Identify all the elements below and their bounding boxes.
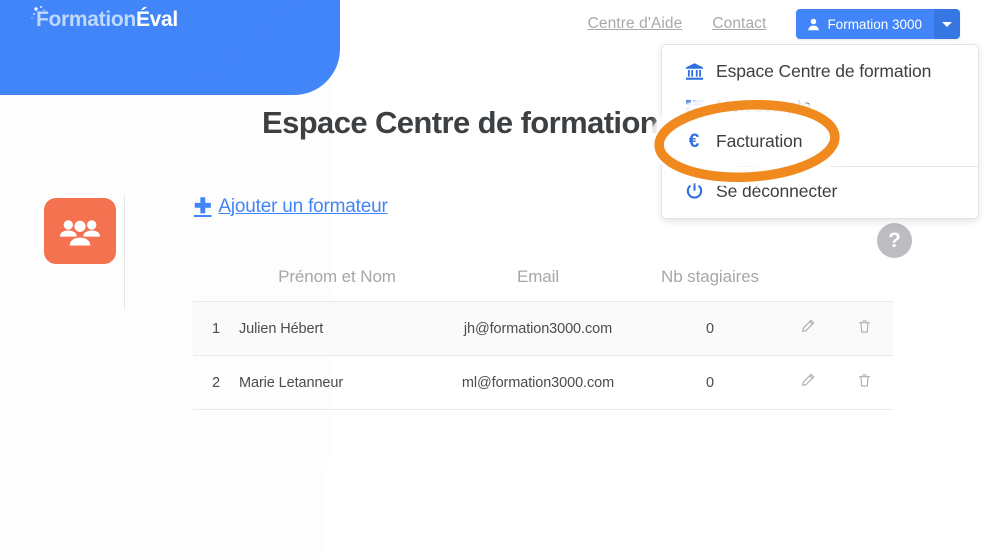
column-header-index bbox=[193, 263, 239, 302]
page-title: Espace Centre de formation bbox=[262, 105, 659, 140]
power-icon bbox=[683, 182, 705, 201]
row-name: Julien Hébert bbox=[239, 301, 435, 356]
user-menu-button-group[interactable]: Formation 3000 bbox=[796, 9, 960, 39]
user-menu-caret-button[interactable] bbox=[934, 9, 960, 39]
table-header-row: Prénom et Nom Email Nb stagiaires bbox=[193, 263, 893, 302]
euro-icon: € bbox=[688, 131, 700, 152]
help-button[interactable]: ? bbox=[877, 223, 912, 258]
row-name: Marie Letanneur bbox=[239, 374, 344, 391]
add-formateur-link[interactable]: ✚ Ajouter un formateur bbox=[194, 196, 388, 218]
logo-text-formation: Formation bbox=[36, 8, 136, 31]
plus-icon: ✚ bbox=[194, 194, 212, 218]
row-email: jh@formation3000.com bbox=[435, 301, 641, 356]
dropdown-item-espace-centre-de-formation[interactable]: Espace Centre de formation bbox=[662, 54, 978, 89]
dropdown-item-label: Espace Centre de formation bbox=[716, 61, 932, 81]
column-header-delete bbox=[835, 263, 893, 302]
table-row[interactable]: 2 Marie Letanneur ml@formation3000.com 0 bbox=[193, 355, 893, 410]
row-nb: 0 bbox=[706, 374, 714, 391]
logo-text-eval: Éval bbox=[135, 8, 178, 31]
dropdown-item-label: Facturation bbox=[716, 131, 803, 151]
column-header-email: Email bbox=[516, 267, 559, 286]
row-edit-button[interactable] bbox=[779, 301, 835, 356]
trash-icon bbox=[857, 319, 872, 334]
sidebar-item-formateurs[interactable] bbox=[44, 198, 116, 264]
user-icon bbox=[808, 18, 820, 30]
trash-icon bbox=[857, 373, 872, 388]
app-screen: FormationÉval Centre d'Aide Contact Form… bbox=[0, 0, 1000, 554]
user-dropdown-menu: Espace Centre de formation Mon compte € … bbox=[661, 44, 979, 219]
row-index: 2 bbox=[212, 374, 220, 391]
caret-down-icon bbox=[942, 21, 952, 27]
pencil-icon bbox=[800, 319, 815, 334]
column-header-name: Prénom et Nom bbox=[278, 267, 396, 286]
app-logo[interactable]: FormationÉval bbox=[36, 8, 178, 32]
dropdown-separator bbox=[662, 166, 978, 167]
row-index: 1 bbox=[193, 301, 239, 356]
dropdown-item-label: Mon compte bbox=[716, 96, 812, 116]
row-delete-button[interactable] bbox=[835, 301, 893, 356]
background-panel-lower bbox=[325, 405, 1000, 554]
pencil-icon bbox=[800, 373, 815, 388]
dropdown-item-label: Se déconnecter bbox=[716, 181, 838, 201]
nav-link-contact[interactable]: Contact bbox=[712, 15, 766, 33]
list-icon bbox=[683, 97, 705, 116]
sidebar-divider bbox=[124, 195, 125, 310]
users-group-icon bbox=[59, 219, 101, 246]
user-menu-label: Formation 3000 bbox=[827, 16, 922, 32]
formateurs-table: Prénom et Nom Email Nb stagiaires 1 Juli… bbox=[193, 263, 893, 410]
row-nb: 0 bbox=[641, 301, 779, 356]
top-navigation: Centre d'Aide Contact Formation 3000 bbox=[588, 9, 960, 39]
dropdown-item-se-deconnecter[interactable]: Se déconnecter bbox=[662, 174, 978, 209]
row-email: ml@formation3000.com bbox=[461, 374, 615, 391]
add-formateur-label: Ajouter un formateur bbox=[218, 196, 388, 217]
nav-link-centre-aide[interactable]: Centre d'Aide bbox=[588, 15, 683, 33]
question-mark-icon: ? bbox=[888, 229, 901, 252]
dropdown-item-mon-compte[interactable]: Mon compte bbox=[662, 89, 978, 124]
dropdown-item-facturation[interactable]: € Facturation bbox=[662, 124, 978, 159]
bank-icon bbox=[683, 62, 705, 81]
row-delete-button[interactable] bbox=[835, 356, 893, 410]
user-menu-button[interactable]: Formation 3000 bbox=[796, 9, 934, 39]
column-header-edit bbox=[779, 263, 835, 302]
table-row[interactable]: 1 Julien Hébert jh@formation3000.com 0 bbox=[193, 301, 893, 356]
column-header-nb: Nb stagiaires bbox=[661, 267, 759, 286]
row-edit-button[interactable] bbox=[779, 356, 835, 410]
